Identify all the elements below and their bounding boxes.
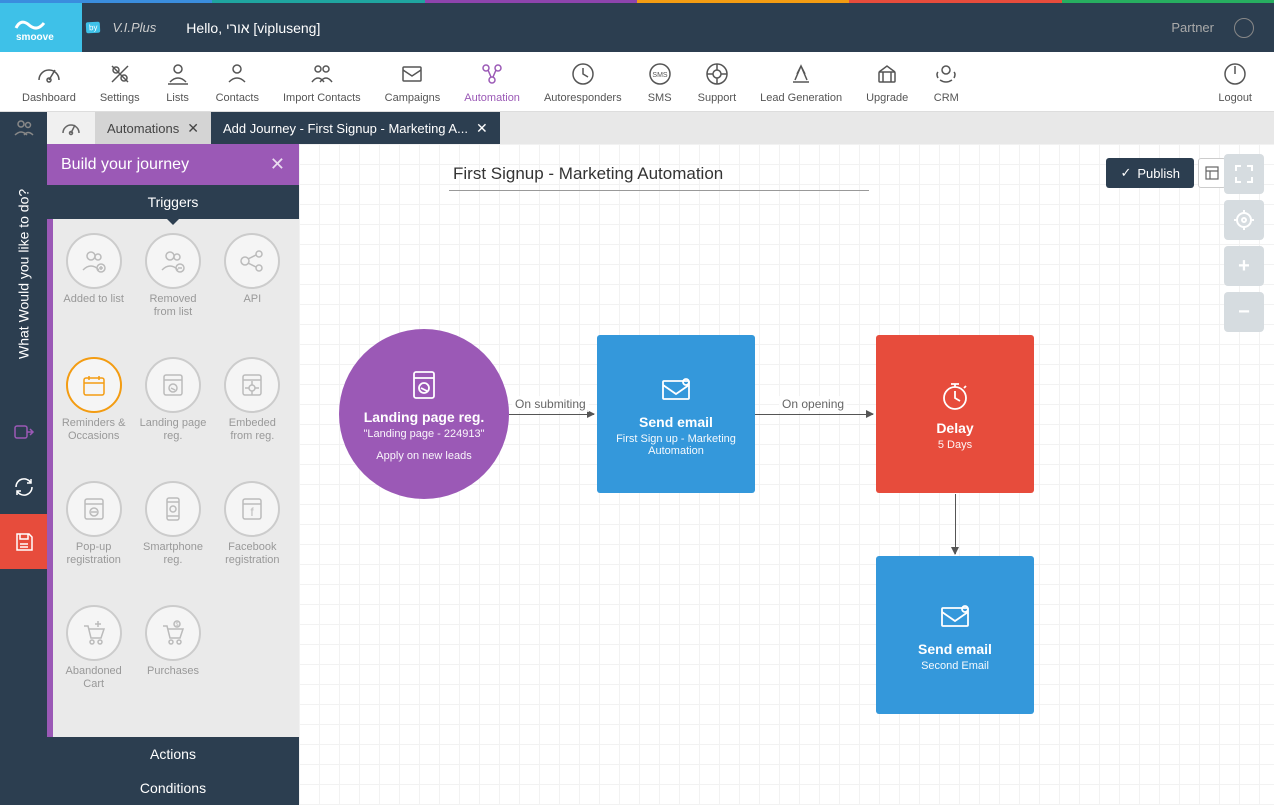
trigger-embeded[interactable]: Embeded from reg. [214, 357, 291, 475]
node-send-email-2[interactable]: Send email Second Email [876, 556, 1034, 714]
icon-sidebar: What Would you like to do? [0, 144, 47, 805]
email-icon [658, 372, 694, 408]
trigger-api[interactable]: API [214, 233, 291, 351]
what-would-label: What Would you like to do? [0, 144, 47, 404]
connector-arrow [755, 414, 873, 415]
tool-dashboard[interactable]: Dashboard [10, 56, 88, 108]
email-icon [937, 599, 973, 635]
stopwatch-icon [937, 378, 973, 414]
sidebar-refresh-icon[interactable] [0, 459, 47, 514]
close-icon[interactable]: ✕ [476, 120, 488, 137]
sidebar-exit-icon[interactable] [0, 404, 47, 459]
page-icon [406, 367, 442, 403]
node-title: Delay [936, 420, 973, 436]
tab-dashboard-icon[interactable] [47, 112, 95, 144]
tool-upgrade[interactable]: Upgrade [854, 56, 920, 108]
tool-autoresponders[interactable]: Autoresponders [532, 56, 634, 108]
template-button[interactable] [1198, 158, 1226, 188]
trigger-landing-page[interactable]: Landing page reg. [134, 357, 211, 475]
main-area: What Would you like to do? Build your jo… [0, 144, 1274, 805]
trigger-reminders[interactable]: Reminders & Occasions [55, 357, 132, 475]
tool-sms[interactable]: SMSSMS [634, 56, 686, 108]
node-subtitle: First Sign up - Marketing Automation [607, 433, 745, 457]
node-subtitle: 5 Days [938, 439, 972, 451]
trigger-facebook[interactable]: fFacebook registration [214, 481, 291, 599]
tool-lead-generation[interactable]: Lead Generation [748, 56, 854, 108]
user-name: אורי [vipluseng] [226, 20, 320, 36]
canvas-title-wrap [449, 158, 1194, 191]
close-icon[interactable]: ✕ [270, 154, 285, 175]
tool-import-contacts[interactable]: Import Contacts [271, 56, 373, 108]
connector-arrow [509, 414, 594, 415]
zoom-in-button[interactable]: + [1224, 246, 1264, 286]
tool-automation[interactable]: Automation [452, 56, 532, 108]
main-toolbar: Dashboard Settings Lists Contacts Import… [0, 52, 1274, 112]
tool-support[interactable]: Support [686, 56, 749, 108]
triggers-grid: Added to list Removed from list API Remi… [47, 219, 299, 737]
trigger-added-to-list[interactable]: Added to list [55, 233, 132, 351]
panel-title: Build your journey [61, 156, 189, 174]
header-bar: smoove by V.I.Plus Hello, אורי [viplusen… [0, 3, 1274, 52]
tab-automations[interactable]: Automations ✕ [95, 112, 211, 144]
node-subtitle: Second Email [921, 660, 989, 672]
trigger-removed-from-list[interactable]: Removed from list [134, 233, 211, 351]
check-icon: ✓ [1120, 165, 1131, 181]
publish-button[interactable]: ✓ Publish [1106, 158, 1194, 188]
svg-text:SMS: SMS [652, 72, 668, 79]
node-title: Landing page reg. [364, 409, 485, 425]
trigger-popup[interactable]: Pop-up registration [55, 481, 132, 599]
accordion-actions[interactable]: Actions [47, 737, 299, 771]
svg-text:$: $ [176, 622, 179, 628]
node-landing-page[interactable]: Landing page reg. "Landing page - 224913… [339, 329, 509, 499]
greeting: Hello, אורי [vipluseng] [186, 20, 320, 36]
zoom-controls: + − [1224, 154, 1264, 332]
connector-arrow-down [955, 494, 956, 554]
trigger-purchases[interactable]: $Purchases [134, 605, 211, 723]
sidebar-save-icon[interactable] [0, 514, 47, 569]
globe-icon[interactable] [1234, 18, 1254, 38]
node-subtitle: "Landing page - 224913" [364, 428, 485, 440]
fullscreen-button[interactable] [1224, 154, 1264, 194]
tabs-row: Automations ✕ Add Journey - First Signup… [0, 112, 1274, 144]
node-subtitle2: Apply on new leads [376, 450, 471, 462]
node-title: Send email [639, 414, 713, 430]
zoom-out-button[interactable]: − [1224, 292, 1264, 332]
node-title: Send email [918, 641, 992, 657]
purple-accent [47, 144, 53, 805]
tab-add-journey[interactable]: Add Journey - First Signup - Marketing A… [211, 112, 500, 144]
svg-text:smoove: smoove [16, 32, 54, 43]
hello-prefix: Hello, [186, 20, 226, 36]
tool-logout[interactable]: Logout [1206, 56, 1264, 108]
by-badge: by [86, 22, 101, 34]
node-delay[interactable]: Delay 5 Days [876, 335, 1034, 493]
logo-block[interactable]: smoove by V.I.Plus [0, 3, 166, 52]
tool-campaigns[interactable]: Campaigns [373, 56, 453, 108]
accordion-conditions[interactable]: Conditions [47, 771, 299, 805]
journey-panel: Build your journey ✕ Triggers Added to l… [47, 144, 299, 805]
trigger-smartphone[interactable]: Smartphone reg. [134, 481, 211, 599]
tool-settings[interactable]: Settings [88, 56, 152, 108]
tool-lists[interactable]: Lists [152, 56, 204, 108]
journey-canvas[interactable]: ✓ Publish + − Landing page reg. "Landing… [299, 144, 1274, 805]
partner-link[interactable]: Partner [1171, 20, 1214, 35]
close-icon[interactable]: ✕ [187, 120, 199, 137]
connector-label: On opening [779, 396, 847, 412]
tool-crm[interactable]: CRM [920, 56, 972, 108]
logo-smoove: smoove [0, 3, 82, 52]
journey-title-input[interactable] [449, 158, 869, 191]
trigger-abandoned-cart[interactable]: Abandoned Cart [55, 605, 132, 723]
svg-text:f: f [251, 505, 255, 519]
panel-header: Build your journey ✕ [47, 144, 299, 185]
accordion-triggers[interactable]: Triggers [47, 185, 299, 219]
top-accent-bar [0, 0, 1274, 3]
connector-label: On submiting [512, 396, 589, 412]
sidebar-people-icon[interactable] [0, 112, 47, 144]
center-button[interactable] [1224, 200, 1264, 240]
partner-brand: V.I.Plus [102, 20, 166, 35]
node-send-email-1[interactable]: Send email First Sign up - Marketing Aut… [597, 335, 755, 493]
tool-contacts[interactable]: Contacts [204, 56, 271, 108]
